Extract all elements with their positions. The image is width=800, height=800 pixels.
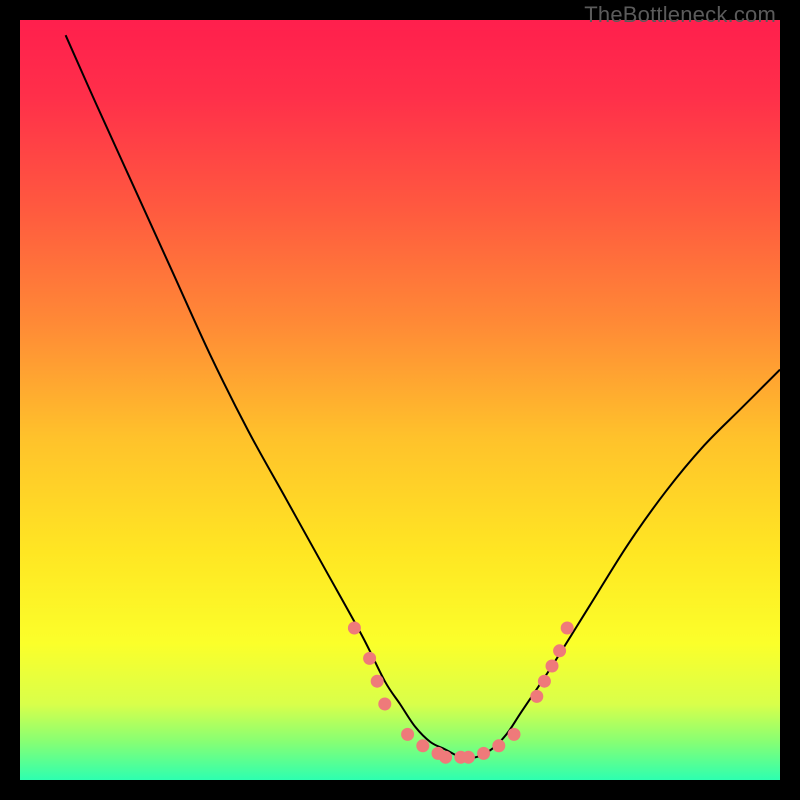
highlight-marker <box>538 675 551 688</box>
highlight-marker <box>371 675 384 688</box>
bottleneck-chart <box>20 20 780 780</box>
highlight-marker <box>492 739 505 752</box>
highlight-marker <box>363 652 376 665</box>
highlight-marker <box>416 739 429 752</box>
highlight-marker <box>348 622 361 635</box>
highlight-marker <box>508 728 521 741</box>
highlight-marker <box>477 747 490 760</box>
highlight-marker <box>439 751 452 764</box>
watermark-text: TheBottleneck.com <box>584 2 776 28</box>
highlight-marker <box>462 751 475 764</box>
chart-background <box>20 20 780 780</box>
highlight-marker <box>401 728 414 741</box>
highlight-marker <box>553 644 566 657</box>
highlight-marker <box>378 698 391 711</box>
highlight-marker <box>546 660 559 673</box>
chart-frame <box>20 20 780 780</box>
highlight-marker <box>530 690 543 703</box>
highlight-marker <box>561 622 574 635</box>
